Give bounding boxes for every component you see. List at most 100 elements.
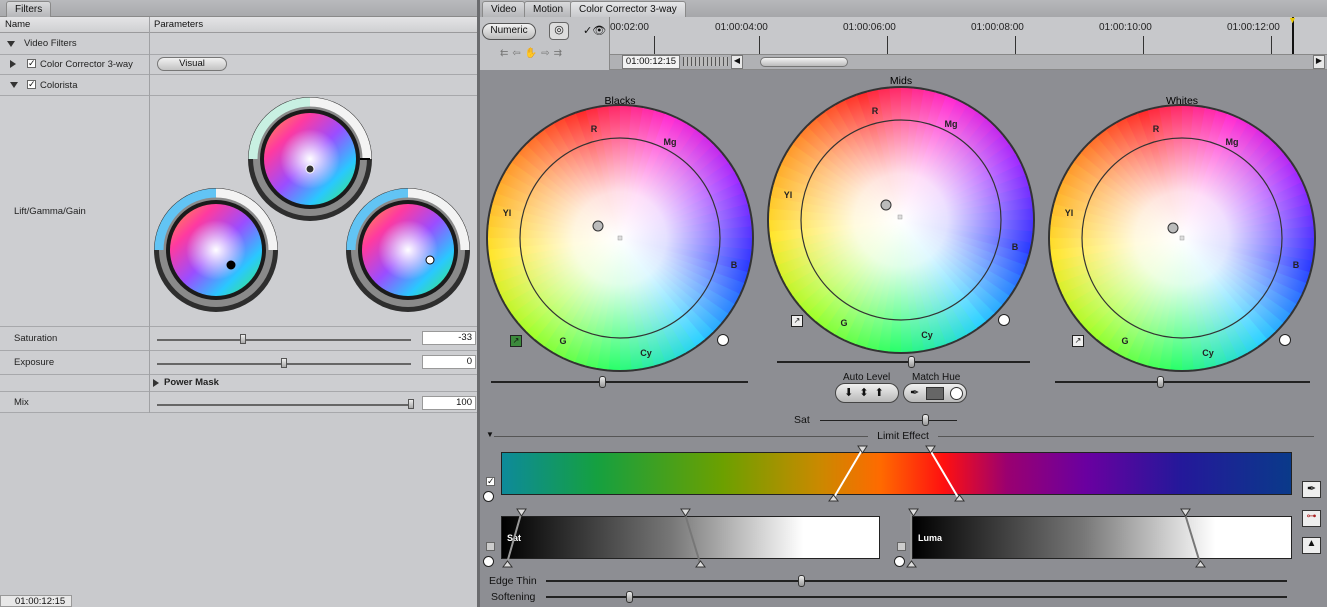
whites-reset-button[interactable]: [1279, 334, 1291, 346]
col-parameters-header[interactable]: Parameters: [154, 19, 203, 30]
ruler-tick-label: 01:00:08:00: [971, 22, 1024, 33]
video-filters-label: Video Filters: [24, 38, 77, 49]
hue-handle-top-right[interactable]: [925, 445, 936, 454]
mids-level-slider-thumb[interactable]: [908, 356, 916, 368]
mids-balance-eyedropper-icon[interactable]: ↗: [791, 315, 803, 327]
ruler-tick: [1143, 36, 1144, 54]
ruler-tick-label: 01:00:10:00: [1099, 22, 1152, 33]
timeline-scroller[interactable]: [760, 57, 848, 67]
row-mix: Mix: [0, 392, 477, 413]
hue-handle-bottom-left[interactable]: [828, 494, 839, 502]
softening-track[interactable]: [546, 596, 1287, 598]
edge-thin-thumb[interactable]: [798, 575, 805, 587]
tab-video[interactable]: Video: [482, 1, 526, 17]
whites-color-wheel[interactable]: [1048, 104, 1316, 372]
hue-limit-handles[interactable]: [501, 444, 1292, 508]
ruler-tick: [1015, 36, 1016, 54]
limit-effect-label: Limit Effect: [868, 430, 938, 442]
colorista-wheel-lift[interactable]: [154, 188, 278, 312]
tab-filters[interactable]: Filters: [6, 1, 52, 17]
blacks-color-wheel[interactable]: [486, 104, 754, 372]
match-hue-label: Match Hue: [912, 372, 961, 383]
reset-match-hue-button[interactable]: [950, 387, 963, 400]
mids-reset-button[interactable]: [998, 314, 1010, 326]
blacks-level-slider-track[interactable]: [491, 381, 748, 383]
mids-level-slider-track[interactable]: [777, 361, 1030, 363]
disclosure-open-icon[interactable]: [7, 41, 15, 47]
whites-hue-label-r: R: [1153, 124, 1160, 134]
sat-slider-track[interactable]: [820, 420, 957, 421]
exposure-value[interactable]: 0: [422, 355, 476, 369]
hue-limit-checkbox[interactable]: ✓: [486, 477, 495, 486]
match-color-swatch[interactable]: [926, 387, 944, 400]
matte-icon[interactable]: ▲: [1302, 537, 1321, 554]
whites-hue-label-cy: Cy: [1202, 348, 1214, 358]
mix-slider-track[interactable]: [157, 404, 411, 406]
tab-motion[interactable]: Motion: [524, 1, 573, 17]
luma-limit-handles[interactable]: [903, 507, 1303, 569]
sat-limit-checkbox[interactable]: [486, 542, 495, 551]
sat-label: Sat: [794, 414, 810, 426]
blacks-level-slider-thumb[interactable]: [598, 376, 606, 388]
saturation-value[interactable]: -33: [422, 331, 476, 345]
hue-handle-top-left[interactable]: [857, 445, 868, 454]
disclosure-closed-icon[interactable]: [153, 379, 159, 387]
scroll-left-arrow-icon[interactable]: ◀: [731, 55, 743, 69]
key-icon[interactable]: ⊶: [1302, 510, 1321, 527]
row-video-filters: Video Filters: [0, 33, 477, 55]
edge-thin-label: Edge Thin: [489, 575, 537, 587]
whites-level-slider-track[interactable]: [1055, 381, 1310, 383]
left-timecode[interactable]: 01:00:12:15: [0, 595, 72, 607]
edge-thin-track[interactable]: [546, 580, 1287, 582]
zoom-slider[interactable]: [683, 57, 729, 66]
sat-slider-thumb[interactable]: [922, 414, 929, 426]
cc3way-enable-checkbox[interactable]: ✓: [27, 59, 36, 68]
hue-reset-button[interactable]: [483, 491, 494, 502]
saturation-slider-thumb[interactable]: [240, 334, 247, 344]
col-name-header[interactable]: Name: [5, 19, 30, 30]
filters-header: Name Parameters: [0, 17, 477, 33]
row-power-mask: Power Mask: [0, 375, 477, 392]
power-mask-label: Power Mask: [164, 377, 219, 388]
exposure-slider-thumb[interactable]: [281, 358, 287, 368]
filters-panel: Filters Name Parameters Video Filters ✓ …: [0, 0, 477, 607]
disclosure-closed-icon[interactable]: [10, 60, 16, 68]
scroll-right-arrow-icon[interactable]: ▶: [1313, 55, 1325, 69]
auto-level-buttons[interactable]: ⬇⬍⬆: [835, 383, 899, 403]
colorista-wheel-gamma[interactable]: [248, 97, 372, 221]
disclosure-open-icon[interactable]: [10, 82, 18, 88]
sat-reset-button[interactable]: [483, 556, 494, 567]
copy-filter-buttons[interactable]: ⇇⇦✋⇨⇉: [500, 48, 566, 59]
softening-label: Softening: [491, 591, 536, 603]
current-timecode[interactable]: 01:00:12:15: [622, 55, 680, 69]
tab-color-corrector-3way[interactable]: Color Corrector 3-way: [570, 1, 686, 17]
whites-balance-eyedropper-icon[interactable]: ↗: [1072, 335, 1084, 347]
keyframe-button[interactable]: ◎: [549, 22, 569, 40]
blacks-hue-label-r: R: [591, 124, 598, 134]
softening-thumb[interactable]: [626, 591, 633, 603]
limit-effect-disclosure-icon[interactable]: ▼: [486, 430, 494, 439]
whites-level-slider-thumb[interactable]: [1156, 376, 1164, 388]
colorista-enable-checkbox[interactable]: ✓: [27, 80, 36, 89]
numeric-button[interactable]: Numeric: [482, 23, 536, 40]
colorista-wheels: [154, 97, 470, 312]
saturation-slider-track[interactable]: [157, 339, 411, 341]
blacks-balance-eyedropper-icon[interactable]: ↗: [510, 335, 522, 347]
eyedropper-icon[interactable]: ✒: [1302, 481, 1321, 498]
mids-hue-label-r: R: [872, 106, 879, 116]
blacks-hue-label-yl: Yl: [503, 208, 512, 218]
eyedropper-icon[interactable]: ✒: [910, 386, 919, 399]
whites-hue-label-yl: Yl: [1065, 208, 1074, 218]
mids-color-wheel[interactable]: [767, 86, 1035, 354]
visibility-eye-icon[interactable]: ✓👁: [583, 24, 606, 37]
mix-slider-thumb[interactable]: [408, 399, 414, 409]
colorista-wheel-gain[interactable]: [346, 188, 470, 312]
ruler-tick-label: 01:00:06:00: [843, 22, 896, 33]
visual-button[interactable]: Visual: [157, 57, 227, 71]
mix-value[interactable]: 100: [422, 396, 476, 410]
blacks-reset-button[interactable]: [717, 334, 729, 346]
sat-limit-handles[interactable]: [501, 507, 880, 569]
mids-hue-label-b: B: [1012, 242, 1019, 252]
blacks-hue-label-b: B: [731, 260, 738, 270]
playhead-marker-icon[interactable]: ▼: [1288, 15, 1297, 25]
